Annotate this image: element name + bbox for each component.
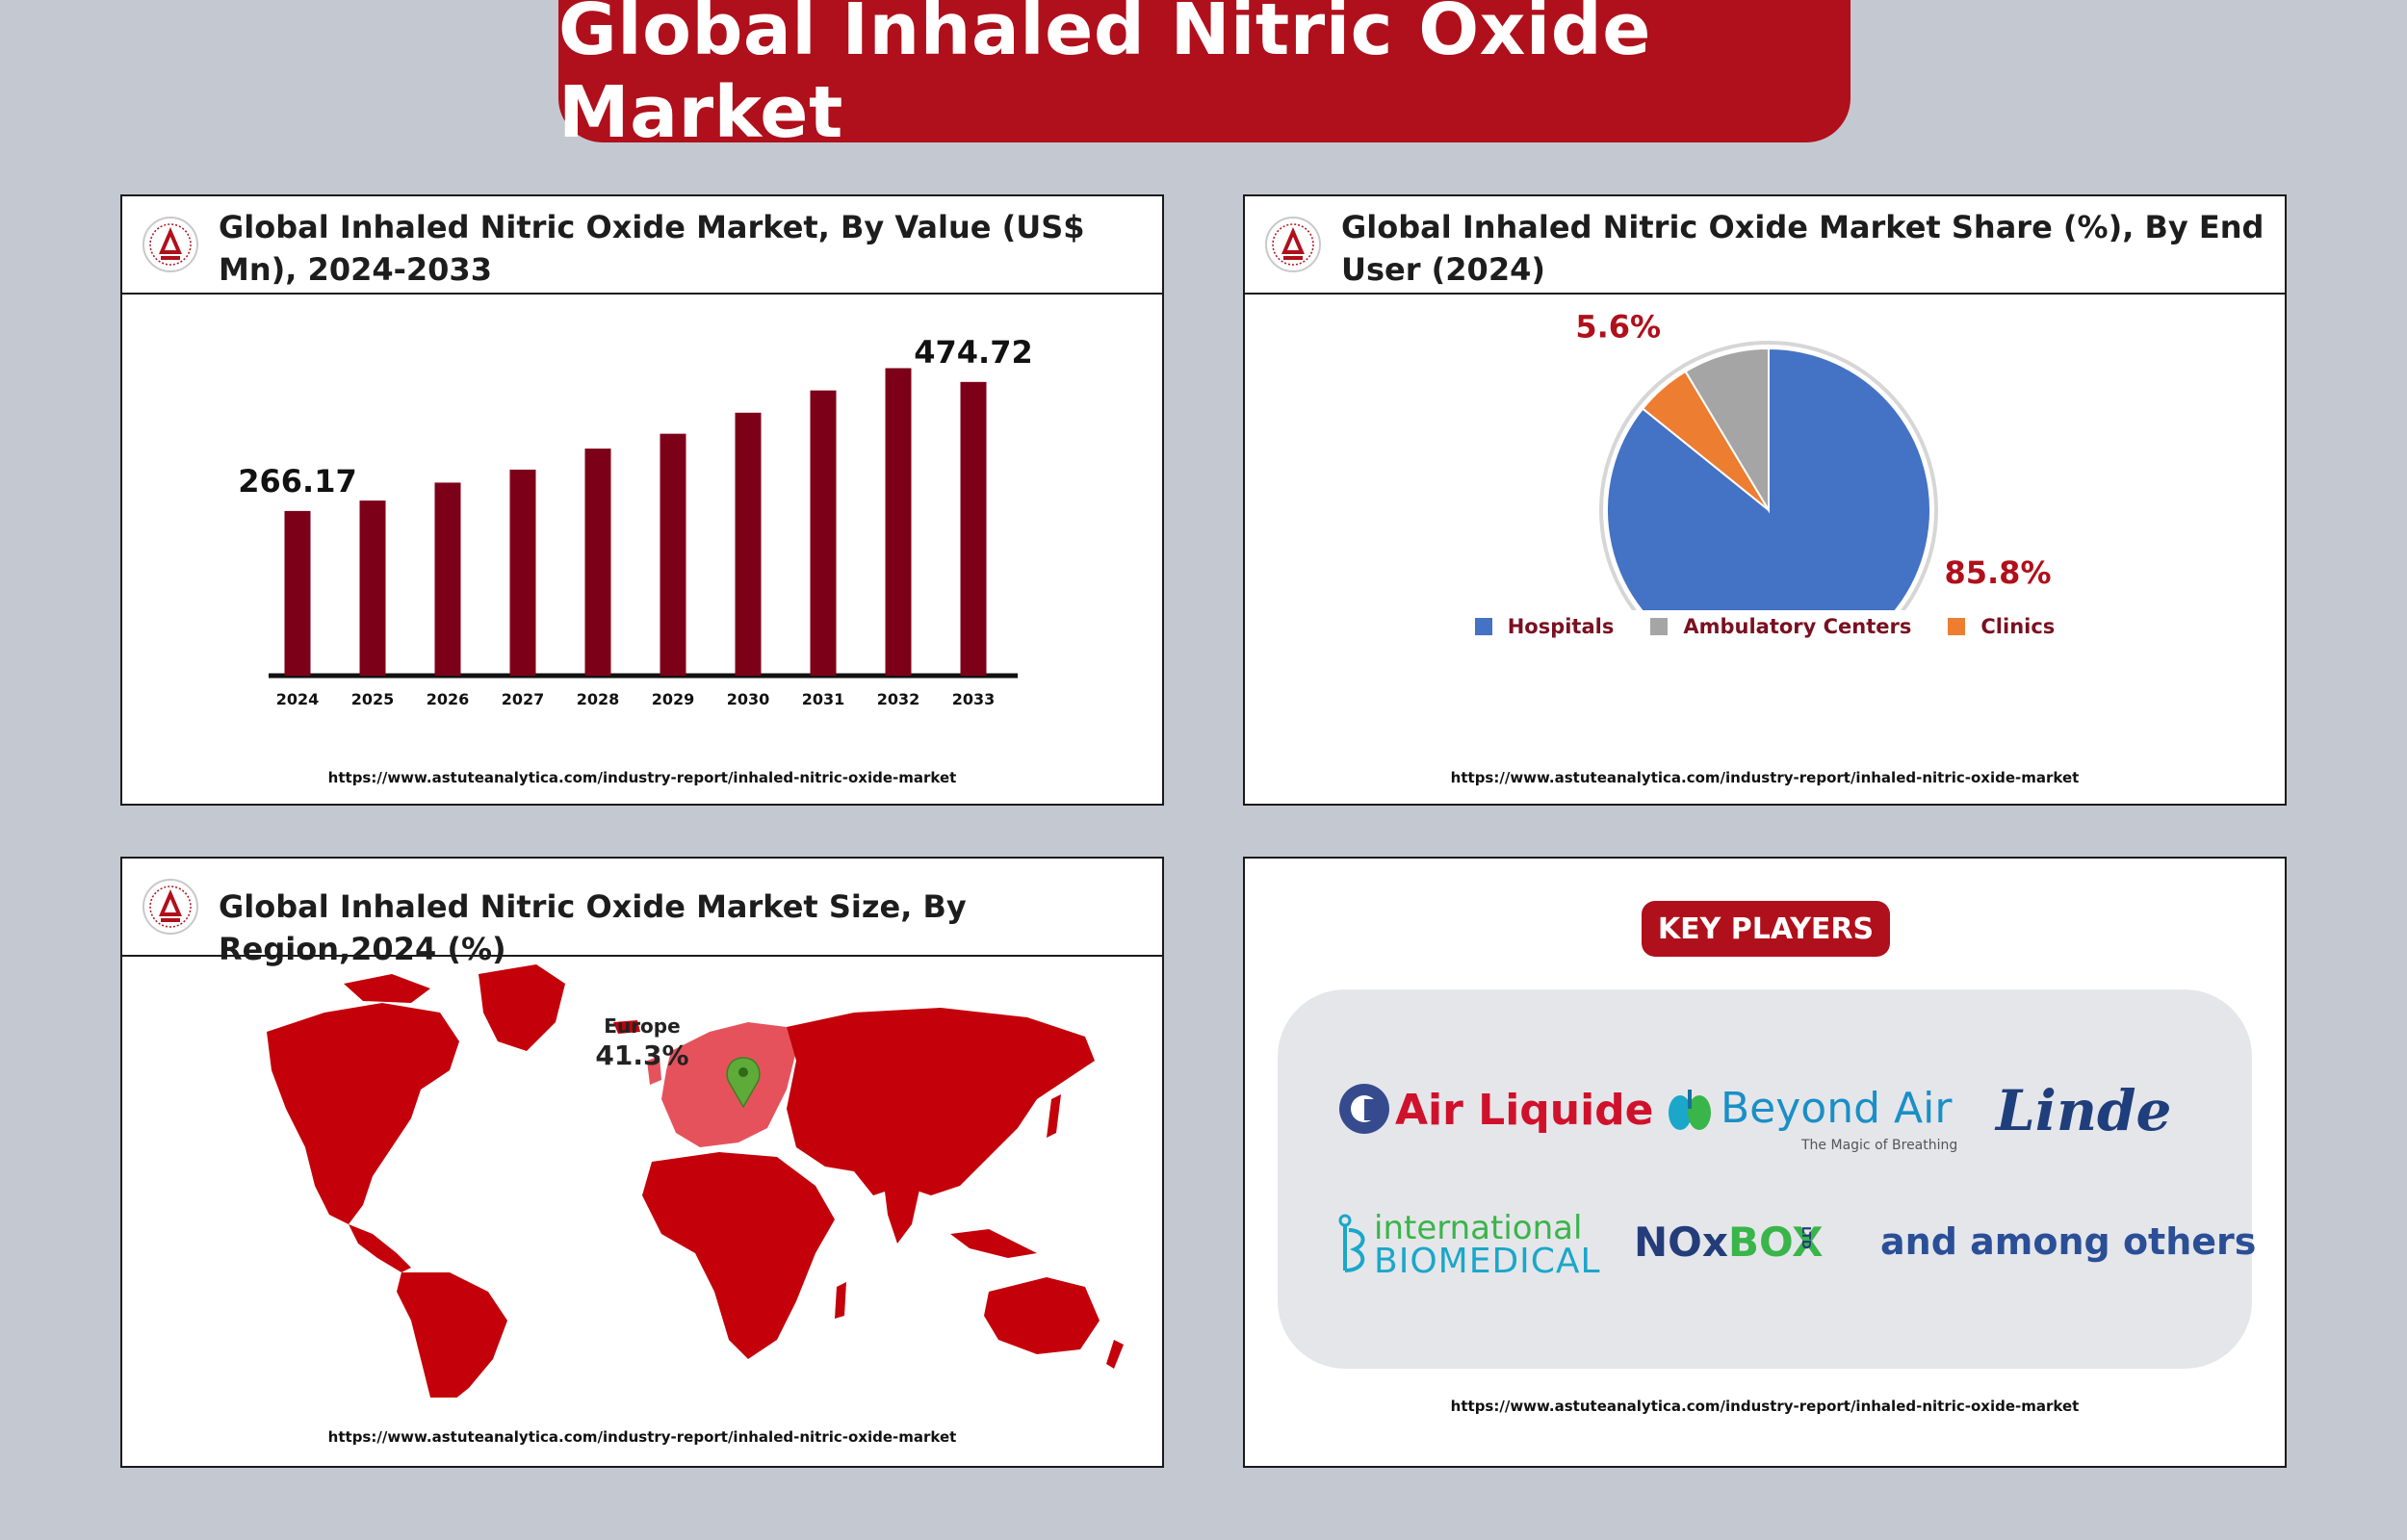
australia-shape (984, 1277, 1100, 1354)
south-america-shape (397, 1272, 507, 1398)
pie-data-label: 5.6% (1575, 308, 1661, 345)
page-title: Global Inhaled Nitric Oxide Market (558, 0, 1651, 154)
clinics-swatch (1948, 618, 1966, 635)
arctic-islands-shape (344, 974, 430, 1003)
international-biomedical-logo-icon (1338, 1214, 1365, 1272)
panel-header: Global Inhaled Nitric Oxide Market, By V… (122, 196, 1162, 295)
legend-item-clinics: Clinics (1948, 615, 2055, 638)
north-america-shape (267, 1003, 459, 1224)
player-linde: Linde (1996, 1078, 2172, 1143)
bar-2027 (509, 469, 536, 676)
madagascar-shape (835, 1282, 846, 1319)
and-among-others: and among others (1880, 1220, 2257, 1263)
x-tick-label: 2032 (877, 690, 920, 708)
legend-label: Hospitals (1507, 615, 1615, 638)
beyond-air-logo-icon (1669, 1090, 1711, 1130)
end-user-title: Global Inhaled Nitric Oxide Market Share… (1341, 209, 2265, 288)
astute-logo-icon (1265, 217, 1321, 272)
end-user-panel: Global Inhaled Nitric Oxide Market Share… (1243, 194, 2287, 806)
data-label: 474.72 (914, 334, 1032, 371)
bar-2025 (359, 500, 386, 676)
player-noxbox: NOxBOX (1634, 1219, 1824, 1266)
key-players-label: KEY PLAYERS (1642, 901, 1890, 957)
asia-shape (787, 1008, 1095, 1195)
bar-2031 (810, 390, 837, 676)
europe-value: 41.3% (595, 1040, 689, 1071)
legend-item-hospitals: Hospitals (1474, 615, 1615, 638)
region-panel: Global Inhaled Nitric Oxide Market Size,… (120, 857, 1164, 1468)
player-air-liquide: Air Liquide (1395, 1086, 1654, 1135)
bar-2033 (960, 381, 987, 676)
noxbox-ltd: LTD (1799, 1226, 1813, 1249)
legend-label: Ambulatory Centers (1683, 615, 1912, 638)
player-beyond-air: Beyond Air (1721, 1084, 1953, 1133)
air-liquide-logo-icon (1339, 1084, 1389, 1134)
new-zealand-shape (1106, 1340, 1124, 1369)
legend-item-ambulatory: Ambulatory Centers (1650, 615, 1911, 638)
ambulatory-swatch (1650, 618, 1669, 635)
bar-2032 (885, 368, 912, 676)
astute-logo-icon (142, 217, 198, 272)
pie-chart: 85.8% 5.6% 8.6% (1575, 293, 2052, 610)
x-tick-label: 2027 (502, 690, 545, 708)
bar-2024 (284, 510, 311, 676)
beyond-air-tagline: The Magic of Breathing (1801, 1138, 1958, 1153)
x-tick-label: 2025 (351, 690, 395, 708)
source-url: https://www.astuteanalytica.com/industry… (1450, 1398, 2080, 1415)
bar-2029 (660, 433, 686, 676)
x-tick-label: 2029 (652, 690, 695, 708)
panel-header: Global Inhaled Nitric Oxide Market Share… (1245, 196, 2285, 295)
legend-label: Clinics (1980, 615, 2056, 638)
x-tick-label: 2031 (802, 690, 845, 708)
bar-2028 (584, 449, 611, 676)
x-tick-label: 2030 (727, 690, 770, 708)
bar-2026 (434, 482, 461, 676)
market-value-title: Global Inhaled Nitric Oxide Market, By V… (219, 209, 1085, 288)
panel-header: Global Inhaled Nitric Oxide Market Size,… (122, 859, 1162, 967)
pie-data-label: 8.6% (1665, 293, 1750, 297)
bar-2030 (735, 412, 762, 676)
pie-legend: Hospitals Ambulatory Centers Clinics (1245, 615, 2285, 638)
market-value-panel: Global Inhaled Nitric Oxide Market, By V… (120, 194, 1164, 806)
africa-shape (642, 1152, 835, 1359)
source-url: https://www.astuteanalytica.com/industry… (1450, 769, 2080, 786)
india-shape (883, 1176, 921, 1244)
player-biomedical: BIOMEDICAL (1374, 1242, 1601, 1281)
japan-shape (1047, 1094, 1061, 1138)
source-url: https://www.astuteanalytica.com/industry… (327, 1428, 957, 1446)
astute-logo-icon (142, 879, 198, 935)
pie-data-label: 85.8% (1944, 554, 2051, 591)
hospitals-swatch (1474, 618, 1492, 635)
key-players-panel: KEY PLAYERS Air Liquide Beyond Air The M… (1243, 857, 2287, 1468)
x-tick-label: 2033 (952, 690, 996, 708)
x-tick-label: 2028 (577, 690, 620, 708)
data-label: 266.17 (238, 463, 356, 500)
southeast-asia-shape (950, 1229, 1037, 1258)
source-url: https://www.astuteanalytica.com/industry… (327, 769, 957, 786)
greenland-shape (479, 964, 565, 1051)
header-banner: Global Inhaled Nitric Oxide Market (558, 0, 1851, 154)
x-tick-label: 2026 (427, 690, 470, 708)
europe-label: Europe (604, 1014, 681, 1038)
x-tick-label: 2024 (276, 690, 320, 708)
bar-chart: 2024 2025 2026 2027 2028 2029 2030 2031 2032 2033… (238, 334, 1032, 708)
central-america-shape (349, 1224, 411, 1272)
key-players-box (1278, 989, 2252, 1369)
